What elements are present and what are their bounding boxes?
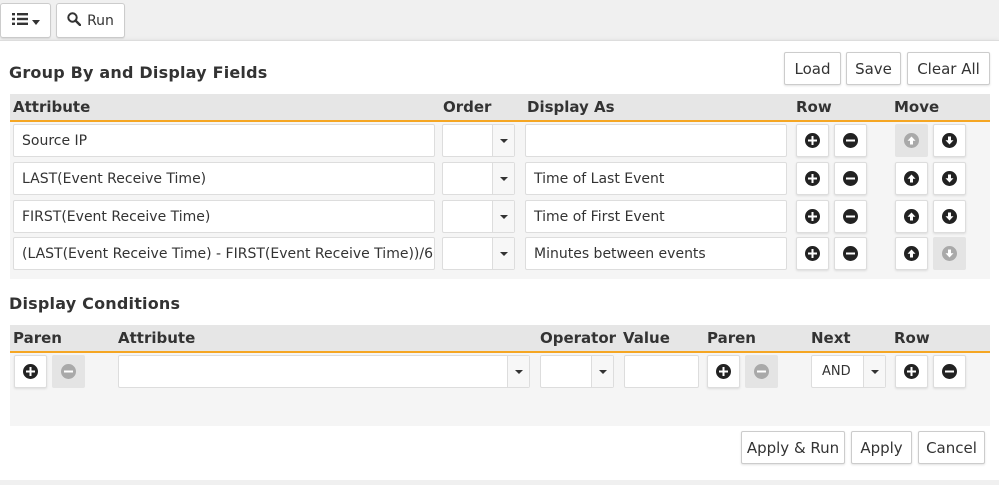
order-select[interactable] — [442, 237, 515, 270]
col-value: Value — [623, 329, 670, 347]
list-icon — [11, 12, 28, 29]
attribute-field[interactable]: LAST(Event Receive Time) — [13, 162, 435, 195]
col-operator: Operator — [540, 329, 617, 347]
move-down-button[interactable] — [933, 124, 966, 157]
run-label: Run — [87, 12, 114, 29]
next-select[interactable]: AND — [811, 355, 886, 388]
plus-circle-icon — [805, 133, 820, 148]
arrow-up-circle-icon — [904, 171, 919, 186]
col-row: Row — [894, 329, 930, 347]
display-as-field[interactable]: Time of Last Event — [525, 162, 787, 195]
col-order: Order — [443, 98, 492, 116]
value-input[interactable] — [624, 355, 699, 388]
move-down-button[interactable] — [933, 237, 966, 270]
condition-attribute-select[interactable] — [118, 355, 530, 388]
caret-down-icon — [492, 125, 514, 156]
minus-circle-icon — [843, 133, 858, 148]
add-row-button[interactable] — [796, 124, 829, 157]
display-as-field[interactable] — [525, 124, 787, 157]
minus-circle-icon — [843, 246, 858, 261]
order-select[interactable] — [442, 200, 515, 233]
apply-and-run-button[interactable]: Apply & Run — [741, 431, 845, 464]
attribute-field[interactable]: FIRST(Event Receive Time) — [13, 200, 435, 233]
minus-circle-icon — [61, 364, 76, 379]
col-next: Next — [811, 329, 851, 347]
display-as-field[interactable]: Time of First Event — [525, 200, 787, 233]
report-definition-panel: Group By and Display Fields Load Save Cl… — [0, 40, 999, 480]
attribute-field[interactable]: Source IP — [13, 124, 435, 157]
apply-button[interactable]: Apply — [851, 431, 912, 464]
operator-select[interactable] — [540, 355, 614, 388]
order-select[interactable] — [442, 162, 515, 195]
minus-circle-icon — [942, 364, 957, 379]
remove-close-paren-button[interactable] — [745, 355, 778, 388]
add-condition-button[interactable] — [895, 355, 928, 388]
caret-down-icon — [863, 356, 885, 387]
add-open-paren-button[interactable] — [14, 355, 47, 388]
col-attribute: Attribute — [13, 98, 91, 116]
group-by-header: Attribute Order Display As Row Move — [10, 94, 990, 122]
arrow-up-circle-icon — [904, 246, 919, 261]
group-by-title: Group By and Display Fields — [9, 63, 268, 82]
minus-circle-icon — [843, 171, 858, 186]
order-select[interactable] — [442, 124, 515, 157]
remove-row-button[interactable] — [834, 237, 867, 270]
caret-down-icon — [31, 13, 40, 29]
caret-down-icon — [492, 238, 514, 269]
load-button[interactable]: Load — [784, 52, 841, 85]
move-down-button[interactable] — [933, 162, 966, 195]
remove-open-paren-button[interactable] — [52, 355, 85, 388]
remove-row-button[interactable] — [834, 162, 867, 195]
minus-circle-icon — [843, 209, 858, 224]
display-conditions-title: Display Conditions — [9, 294, 181, 313]
arrow-down-circle-icon — [942, 133, 957, 148]
plus-circle-icon — [716, 364, 731, 379]
remove-condition-button[interactable] — [933, 355, 966, 388]
attribute-field[interactable]: (LAST(Event Receive Time) - FIRST(Event … — [13, 237, 435, 270]
move-down-button[interactable] — [933, 200, 966, 233]
col-move: Move — [894, 98, 940, 116]
move-up-button[interactable] — [895, 162, 928, 195]
plus-circle-icon — [23, 364, 38, 379]
cancel-button[interactable]: Cancel — [918, 431, 985, 464]
add-row-button[interactable] — [796, 237, 829, 270]
move-up-button[interactable] — [895, 237, 928, 270]
plus-circle-icon — [904, 364, 919, 379]
add-row-button[interactable] — [796, 162, 829, 195]
plus-circle-icon — [805, 246, 820, 261]
save-button[interactable]: Save — [846, 52, 901, 85]
plus-circle-icon — [805, 209, 820, 224]
remove-row-button[interactable] — [834, 200, 867, 233]
display-as-field[interactable]: Minutes between events — [525, 237, 787, 270]
plus-circle-icon — [805, 171, 820, 186]
col-row: Row — [796, 98, 832, 116]
caret-down-icon — [507, 356, 529, 387]
minus-circle-icon — [754, 364, 769, 379]
search-icon — [67, 11, 82, 30]
conditions-header: Paren Attribute Operator Value Paren Nex… — [10, 325, 990, 353]
run-button[interactable]: Run — [56, 3, 125, 38]
arrow-up-circle-icon — [904, 133, 919, 148]
toolbar: Run — [0, 0, 999, 40]
arrow-up-circle-icon — [904, 209, 919, 224]
arrow-down-circle-icon — [942, 246, 957, 261]
remove-row-button[interactable] — [834, 124, 867, 157]
arrow-down-circle-icon — [942, 209, 957, 224]
add-close-paren-button[interactable] — [707, 355, 740, 388]
background-strip — [0, 480, 999, 485]
col-paren: Paren — [13, 329, 62, 347]
col-display-as: Display As — [527, 98, 615, 116]
arrow-down-circle-icon — [942, 171, 957, 186]
add-row-button[interactable] — [796, 200, 829, 233]
caret-down-icon — [492, 163, 514, 194]
clear-all-button[interactable]: Clear All — [907, 52, 990, 85]
view-menu-button[interactable] — [0, 3, 51, 38]
caret-down-icon — [591, 356, 613, 387]
col-paren-close: Paren — [707, 329, 756, 347]
move-up-button[interactable] — [895, 124, 928, 157]
col-attribute: Attribute — [118, 329, 196, 347]
caret-down-icon — [492, 201, 514, 232]
move-up-button[interactable] — [895, 200, 928, 233]
